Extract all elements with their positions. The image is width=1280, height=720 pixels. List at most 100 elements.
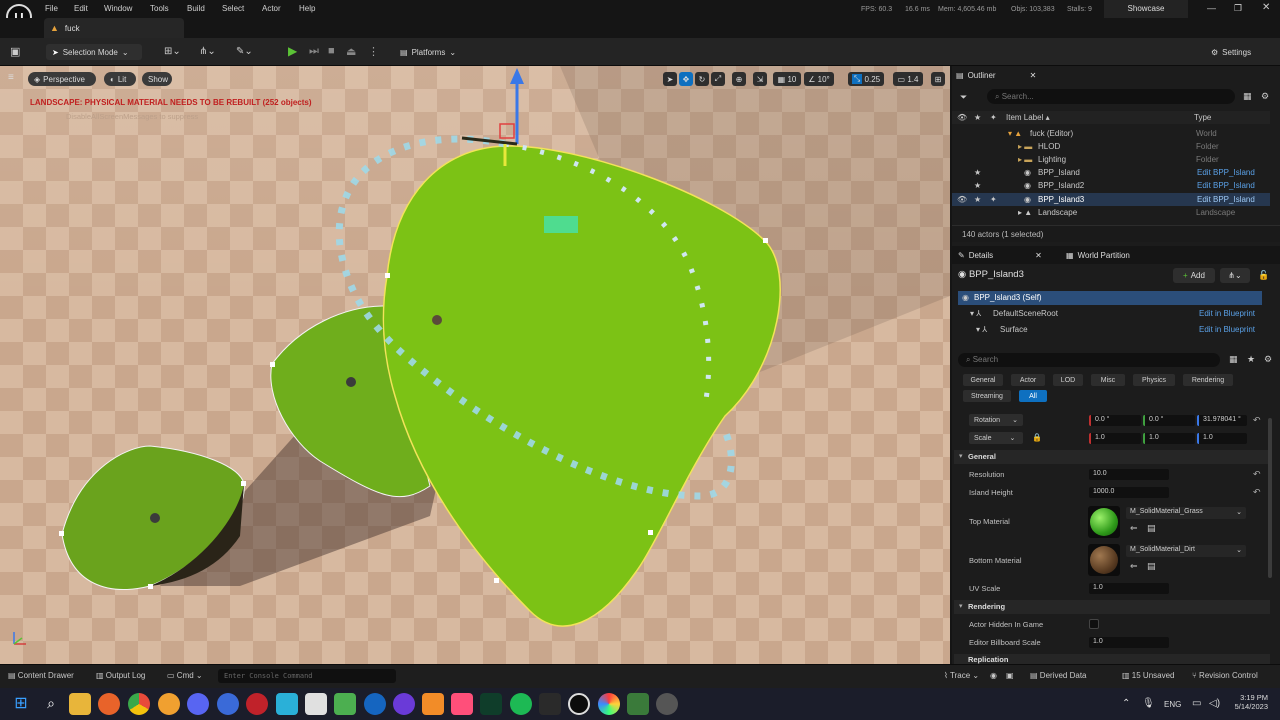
rotation-snap-toggle[interactable]: ∠ 10° — [804, 72, 834, 86]
world-space-icon[interactable]: ⊕ — [732, 72, 746, 86]
outliner-row[interactable]: ▸ ▬ Lighting Folder — [952, 153, 1270, 166]
browse-icon[interactable]: ▤ — [1147, 561, 1156, 572]
add-content-icon[interactable]: ⊞⌄ — [164, 46, 181, 57]
spline-point[interactable] — [385, 273, 390, 278]
outliner-row[interactable]: ★ ◉ BPP_Island2 Edit BPP_Island — [952, 179, 1270, 192]
network-icon[interactable]: ▭ — [1192, 698, 1201, 709]
level-viewport[interactable] — [0, 66, 950, 664]
platforms-button[interactable]: ▤ Platforms ⌄ — [394, 44, 466, 60]
spline-point[interactable] — [270, 362, 275, 367]
epic-games-icon[interactable] — [539, 693, 561, 715]
spline-point[interactable] — [59, 531, 64, 536]
settings-button[interactable]: ⚙ Settings — [1205, 44, 1269, 60]
rotation-dropdown[interactable]: Rotation ⌄ — [969, 414, 1023, 426]
app-icon[interactable] — [598, 693, 620, 715]
menu-select[interactable]: Select — [222, 4, 244, 13]
app-icon[interactable] — [393, 693, 415, 715]
spotify-icon[interactable] — [510, 693, 532, 715]
derived-data-button[interactable]: ▤ Derived Data — [1030, 671, 1086, 680]
details-scrollbar[interactable] — [1268, 418, 1272, 578]
menu-actor[interactable]: Actor — [262, 4, 281, 13]
level-tab[interactable]: ▲ fuck — [44, 18, 184, 38]
outliner-row-selected[interactable]: 👁 ★ ✦ ◉ BPP_Island3 Edit BPP_Island — [952, 193, 1270, 206]
use-selected-icon[interactable]: ⇐ — [1130, 523, 1138, 534]
app-icon[interactable] — [246, 693, 268, 715]
stop-icon[interactable]: ■ — [328, 45, 335, 57]
content-drawer-button[interactable]: ▤ Content Drawer — [8, 671, 74, 680]
filter-streaming[interactable]: Streaming — [963, 390, 1011, 402]
console-input[interactable]: Enter Console Command — [218, 669, 396, 683]
component-row[interactable]: ▾ ⅄ DefaultSceneRoot Edit in Blueprint — [958, 307, 1262, 320]
top-material-thumbnail[interactable] — [1088, 506, 1120, 538]
menu-help[interactable]: Help — [299, 4, 315, 13]
scale-mode-icon[interactable]: ⤢ — [711, 72, 725, 86]
lock-icon[interactable]: 🔓 — [1258, 270, 1269, 281]
add-component-button[interactable]: + Add — [1173, 268, 1215, 283]
bottom-material-thumbnail[interactable] — [1088, 544, 1120, 576]
browse-icon[interactable]: ▤ — [1147, 523, 1156, 534]
outliner-row[interactable]: ▸ ▬ HLOD Folder — [952, 140, 1270, 153]
clock[interactable]: 3:19 PM 5/14/2023 — [1232, 693, 1268, 711]
close-icon[interactable]: ✕ — [1030, 71, 1037, 80]
scale-dropdown[interactable]: Scale ⌄ — [969, 432, 1023, 444]
viewport-options-icon[interactable]: ≡ — [8, 72, 14, 83]
outliner-search-input[interactable]: ⌕ Search... — [987, 89, 1235, 104]
pin-icon[interactable]: ✦ — [990, 195, 997, 204]
property-matrix-icon[interactable]: ▦ — [1229, 354, 1238, 365]
top-material-dropdown[interactable]: M_SolidMaterial_Grass ⌄ — [1126, 507, 1246, 519]
language-indicator[interactable]: ENG — [1164, 700, 1181, 709]
rotate-mode-icon[interactable]: ↻ — [695, 72, 709, 86]
more-options-icon[interactable]: ⋮ — [368, 45, 379, 58]
reset-icon[interactable]: ↶ — [1253, 469, 1261, 480]
surface-snap-icon[interactable]: ⇲ — [753, 72, 767, 86]
reset-icon[interactable]: ↶ — [1253, 415, 1261, 426]
tab-details[interactable]: ✎ Details ✕ — [958, 246, 1042, 264]
gizmo-z-arrow[interactable] — [510, 68, 524, 84]
snapshot-icon[interactable]: ▣ — [1006, 671, 1014, 680]
minimize-icon[interactable]: — — [1207, 3, 1216, 13]
col-type[interactable]: Type — [1194, 113, 1211, 122]
star-icon[interactable]: ★ — [974, 168, 981, 177]
app-icon[interactable] — [276, 693, 298, 715]
menu-build[interactable]: Build — [187, 4, 205, 13]
revision-control-button[interactable]: ⑂ Revision Control — [1192, 671, 1258, 680]
scale-x-field[interactable]: 1.0 — [1089, 433, 1141, 444]
edit-in-blueprint-link[interactable]: Edit in Blueprint — [1199, 325, 1255, 334]
gizmo-plane-handle[interactable] — [499, 123, 515, 139]
volume-icon[interactable]: ◁) — [1209, 698, 1220, 709]
lit-button[interactable]: ◐ Lit — [104, 72, 136, 86]
menu-window[interactable]: Window — [104, 4, 132, 13]
scale-y-field[interactable]: 1.0 — [1143, 433, 1195, 444]
filter-rendering[interactable]: Rendering — [1183, 374, 1233, 386]
close-icon[interactable]: ✕ — [1035, 251, 1042, 260]
section-replication[interactable]: Replication — [954, 654, 1270, 664]
show-button[interactable]: Show — [142, 72, 172, 86]
chrome-icon[interactable] — [128, 693, 150, 715]
uv-scale-field[interactable]: 1.0 — [1089, 583, 1169, 594]
cmd-button[interactable]: ▭ Cmd ⌄ — [167, 671, 203, 680]
star-icon[interactable]: ★ — [974, 195, 981, 204]
filter-general[interactable]: General — [963, 374, 1003, 386]
reset-icon[interactable]: ↶ — [1253, 487, 1261, 498]
select-mode-icon[interactable]: ➤ — [663, 72, 677, 86]
camera-speed-button[interactable]: ▭ 1.4 — [893, 72, 923, 86]
maximize-viewport-icon[interactable]: ⊞ — [931, 72, 945, 86]
island-height-field[interactable]: 1000.0 — [1089, 487, 1169, 498]
island-selected[interactable] — [382, 145, 781, 627]
rotation-z-field[interactable]: 31.978041 ° — [1197, 415, 1247, 426]
use-selected-icon[interactable]: ⇐ — [1130, 561, 1138, 572]
app-icon[interactable] — [627, 693, 649, 715]
outliner-row[interactable]: ▾ ▲ fuck (Editor) World — [952, 127, 1270, 140]
edit-in-blueprint-link[interactable]: Edit in Blueprint — [1199, 309, 1255, 318]
menu-edit[interactable]: Edit — [74, 4, 88, 13]
section-rendering[interactable]: Rendering — [954, 600, 1270, 614]
app-icon[interactable] — [364, 693, 386, 715]
spline-point[interactable] — [763, 238, 768, 243]
outliner-row[interactable]: ★ ◉ BPP_Island Edit BPP_Island — [952, 166, 1270, 179]
app-icon[interactable] — [451, 693, 473, 715]
chrome-canary-icon[interactable] — [158, 693, 180, 715]
filter-lod[interactable]: LOD — [1053, 374, 1083, 386]
app-icon[interactable] — [422, 693, 444, 715]
actor-hidden-checkbox[interactable] — [1089, 619, 1099, 629]
play-icon[interactable]: ▶ — [288, 44, 297, 58]
